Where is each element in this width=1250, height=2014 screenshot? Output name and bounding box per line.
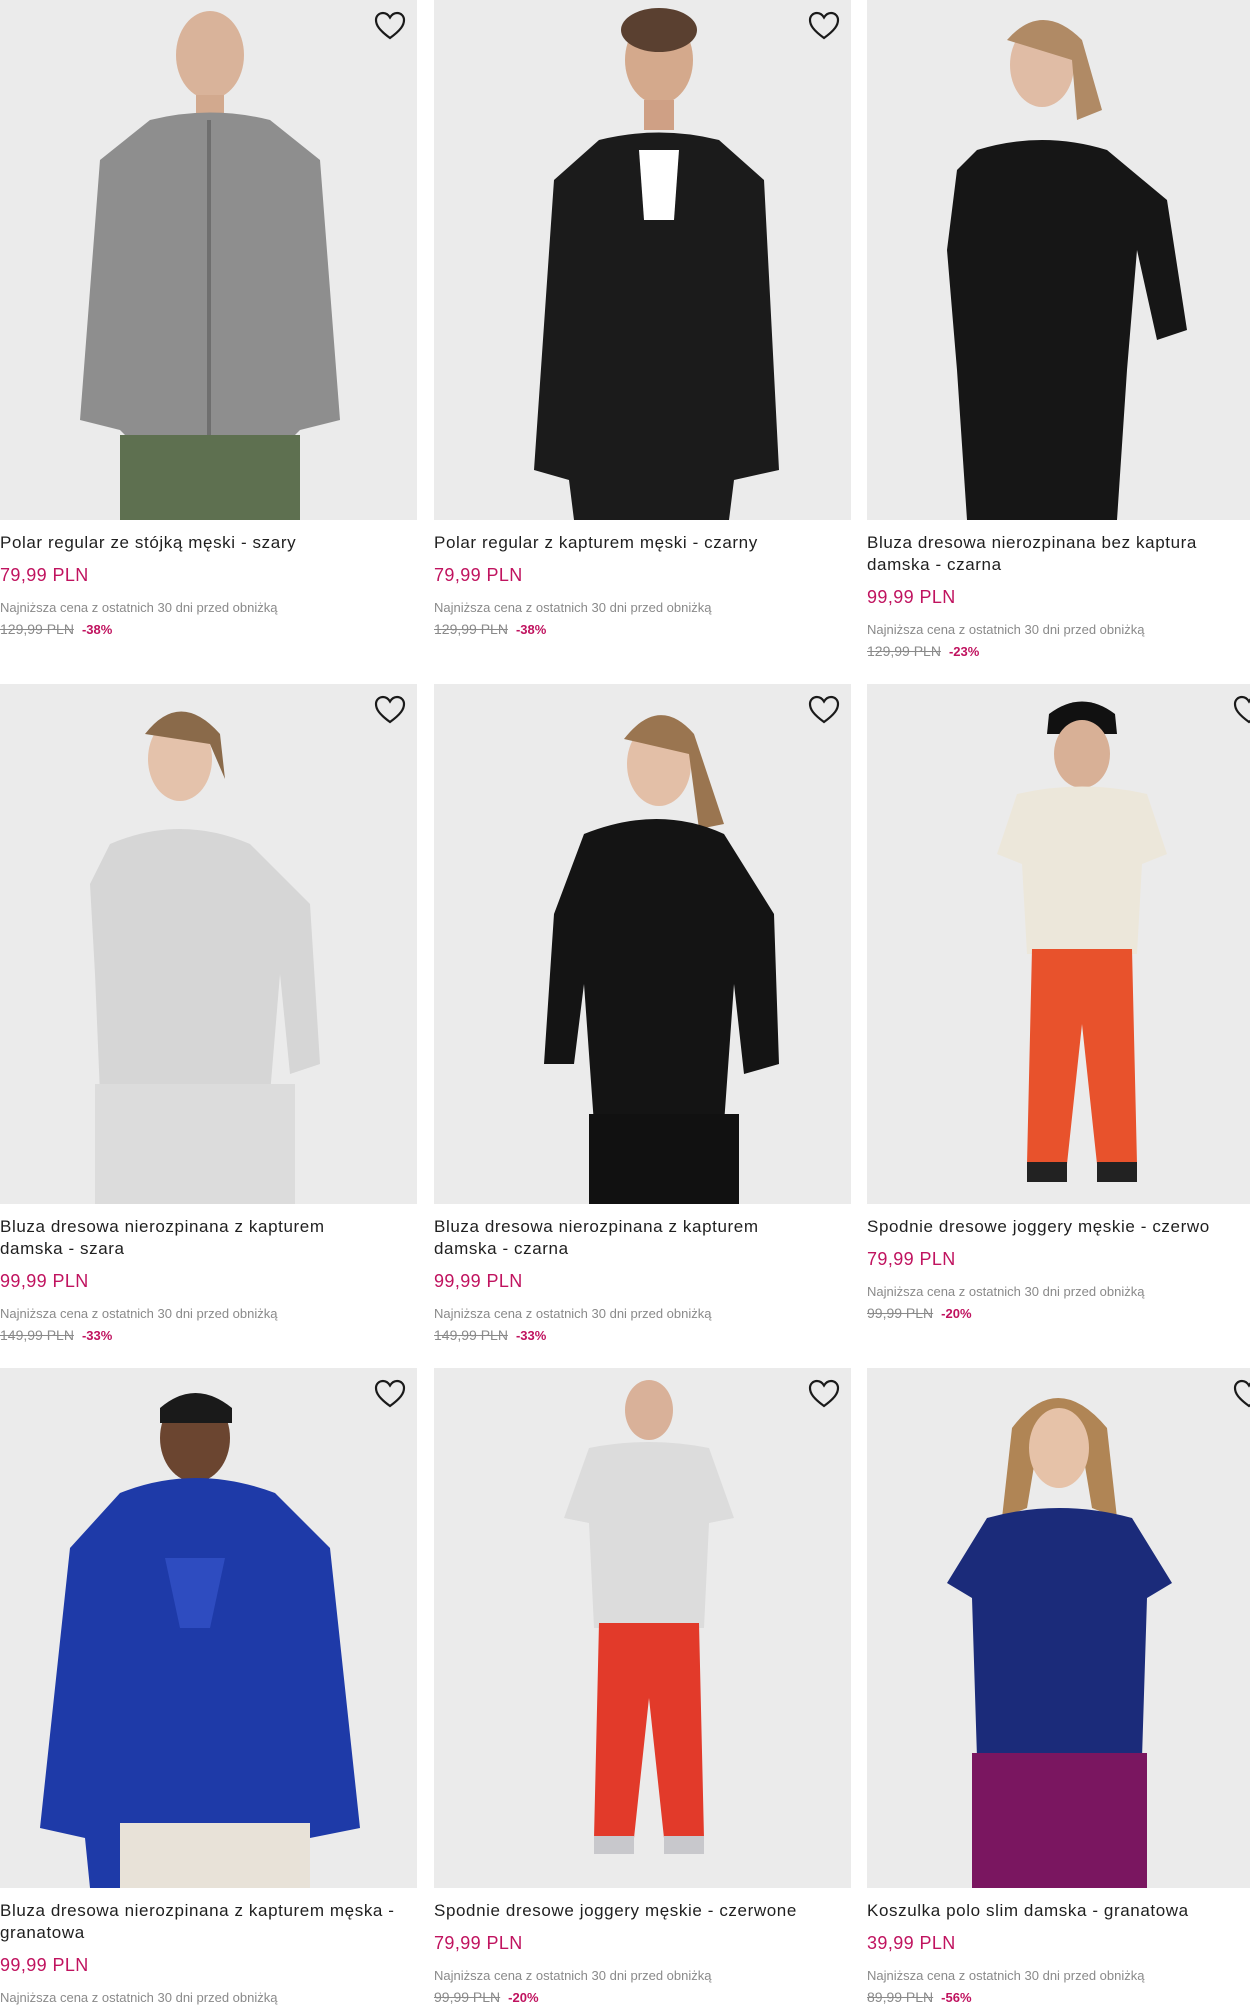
- discount-badge: -33%: [81, 1328, 113, 1343]
- old-price-row: 149,99 PLN -33%: [0, 1327, 112, 1343]
- lowest-price-label: Najniższa cena z ostatnich 30 dni przed …: [867, 1284, 1145, 1299]
- product-image[interactable]: [0, 1368, 417, 1888]
- old-price-row: 129,99 PLN -38%: [0, 621, 112, 637]
- old-price: 129,99 PLN: [0, 621, 74, 637]
- lowest-price-label: Najniższa cena z ostatnich 30 dni przed …: [434, 1306, 712, 1321]
- old-price-row: 129,99 PLN -38%: [434, 621, 546, 637]
- model-photo: [0, 0, 417, 520]
- product-name[interactable]: Spodnie dresowe joggery męskie - czerwon…: [434, 1900, 851, 1922]
- product-name[interactable]: Bluza dresowa nierozpinana z kapturem da…: [434, 1216, 794, 1260]
- old-price: 99,99 PLN: [434, 1989, 501, 2005]
- old-price: 99,99 PLN: [867, 1305, 934, 1321]
- product-name[interactable]: Koszulka polo slim damska - granatowa: [867, 1900, 1250, 1922]
- product-image[interactable]: [0, 684, 417, 1204]
- lowest-price-label: Najniższa cena z ostatnich 30 dni przed …: [867, 1968, 1145, 1983]
- product-card[interactable]: Bluza dresowa nierozpinana bez kaptura d…: [867, 0, 1250, 670]
- model-photo: [867, 0, 1250, 520]
- heart-outline-icon[interactable]: [807, 10, 841, 42]
- heart-outline-icon[interactable]: [807, 694, 841, 726]
- product-price: 99,99 PLN: [0, 1955, 89, 1975]
- product-price: 99,99 PLN: [867, 587, 956, 607]
- heart-outline-icon[interactable]: [373, 1378, 407, 1410]
- discount-badge: -20%: [508, 1990, 539, 2005]
- product-price: 79,99 PLN: [434, 1933, 523, 1953]
- old-price-row: 89,99 PLN -56%: [867, 1989, 972, 2005]
- old-price: 89,99 PLN: [867, 1989, 934, 2005]
- product-card[interactable]: Spodnie dresowe joggery męskie - czerwo …: [867, 684, 1250, 1354]
- old-price: 129,99 PLN: [434, 621, 508, 637]
- model-photo: [867, 684, 1250, 1204]
- old-price-row: 129,99 PLN -23%: [867, 643, 979, 659]
- model-photo: [434, 0, 851, 520]
- heart-outline-icon[interactable]: [373, 10, 407, 42]
- discount-badge: -23%: [948, 644, 980, 659]
- product-name[interactable]: Spodnie dresowe joggery męskie - czerwo: [867, 1216, 1250, 1238]
- product-price: 39,99 PLN: [867, 1933, 956, 1953]
- discount-badge: -56%: [941, 1990, 972, 2005]
- product-image[interactable]: [434, 1368, 851, 1888]
- product-image[interactable]: [434, 0, 851, 520]
- product-name[interactable]: Bluza dresowa nierozpinana bez kaptura d…: [867, 532, 1247, 576]
- product-card[interactable]: Polar regular z kapturem męski - czarny …: [434, 0, 851, 670]
- model-photo: [867, 1368, 1250, 1888]
- product-price: 99,99 PLN: [434, 1271, 523, 1291]
- old-price: 149,99 PLN: [0, 1327, 74, 1343]
- heart-outline-icon[interactable]: [1232, 1378, 1250, 1410]
- product-name[interactable]: Polar regular z kapturem męski - czarny: [434, 532, 851, 554]
- product-price: 99,99 PLN: [0, 1271, 89, 1291]
- model-photo: [434, 684, 851, 1204]
- model-photo: [0, 684, 417, 1204]
- heart-outline-icon[interactable]: [373, 694, 407, 726]
- discount-badge: -38%: [81, 622, 113, 637]
- old-price-row: 99,99 PLN -20%: [434, 1989, 539, 2005]
- product-image[interactable]: [867, 684, 1250, 1204]
- product-image[interactable]: [434, 684, 851, 1204]
- product-card[interactable]: Bluza dresowa nierozpinana z kapturem da…: [0, 684, 417, 1354]
- lowest-price-label: Najniższa cena z ostatnich 30 dni przed …: [867, 622, 1145, 637]
- product-price: 79,99 PLN: [867, 1249, 956, 1269]
- model-photo: [434, 1368, 851, 1888]
- product-price: 79,99 PLN: [434, 565, 523, 585]
- lowest-price-label: Najniższa cena z ostatnich 30 dni przed …: [0, 1306, 278, 1321]
- heart-outline-icon[interactable]: [1232, 694, 1250, 726]
- discount-badge: -33%: [515, 1328, 547, 1343]
- product-card[interactable]: Spodnie dresowe joggery męskie - czerwon…: [434, 1368, 851, 2014]
- product-image[interactable]: [0, 0, 417, 520]
- product-card[interactable]: Polar regular ze stójką męski - szary 79…: [0, 0, 417, 670]
- product-card[interactable]: Bluza dresowa nierozpinana z kapturem mę…: [0, 1368, 417, 2014]
- model-photo: [0, 1368, 417, 1888]
- product-card[interactable]: Koszulka polo slim damska - granatowa 39…: [867, 1368, 1250, 2014]
- old-price-row: 149,99 PLN -33%: [434, 1327, 546, 1343]
- old-price: 129,99 PLN: [867, 643, 941, 659]
- product-image[interactable]: [867, 1368, 1250, 1888]
- heart-outline-icon[interactable]: [807, 1378, 841, 1410]
- product-name[interactable]: Bluza dresowa nierozpinana z kapturem da…: [0, 1216, 360, 1260]
- discount-badge: -38%: [515, 622, 547, 637]
- product-card[interactable]: Bluza dresowa nierozpinana z kapturem da…: [434, 684, 851, 1354]
- product-image[interactable]: [867, 0, 1250, 520]
- product-name[interactable]: Polar regular ze stójką męski - szary: [0, 532, 417, 554]
- product-grid: Polar regular ze stójką męski - szary 79…: [0, 0, 1250, 2014]
- lowest-price-label: Najniższa cena z ostatnich 30 dni przed …: [0, 600, 278, 615]
- old-price: 149,99 PLN: [434, 1327, 508, 1343]
- old-price-row: 99,99 PLN -20%: [867, 1305, 972, 1321]
- lowest-price-label: Najniższa cena z ostatnich 30 dni przed …: [0, 1990, 278, 2005]
- product-name[interactable]: Bluza dresowa nierozpinana z kapturem mę…: [0, 1900, 417, 1944]
- product-price: 79,99 PLN: [0, 565, 89, 585]
- lowest-price-label: Najniższa cena z ostatnich 30 dni przed …: [434, 1968, 712, 1983]
- discount-badge: -20%: [941, 1306, 972, 1321]
- lowest-price-label: Najniższa cena z ostatnich 30 dni przed …: [434, 600, 712, 615]
